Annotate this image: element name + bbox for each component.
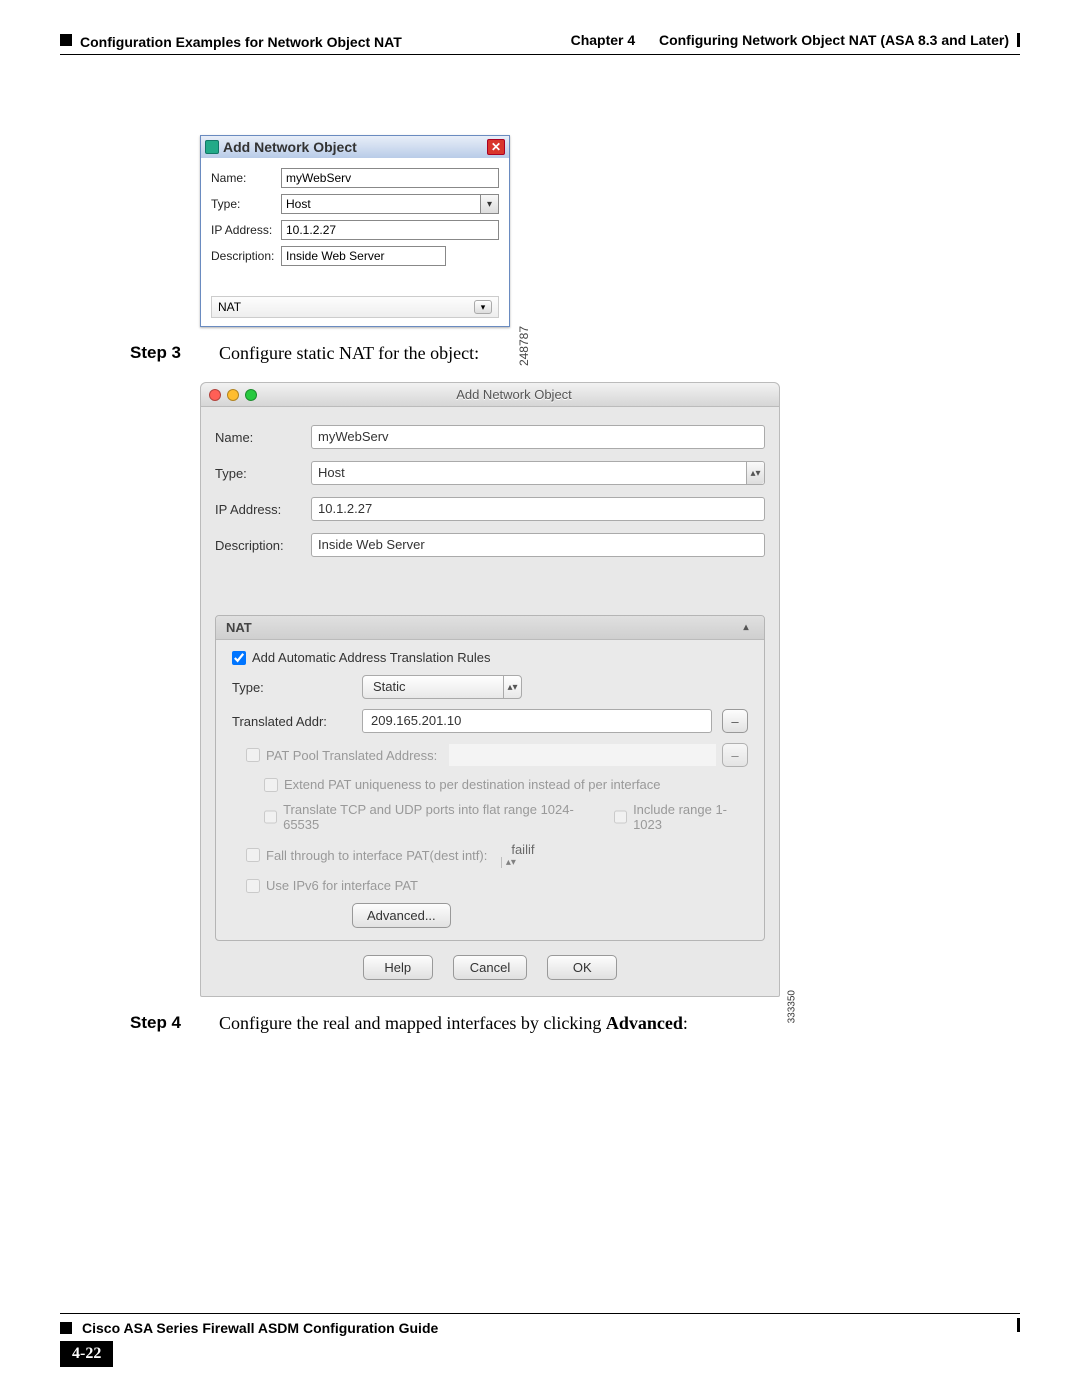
page-number: 4-22 bbox=[60, 1341, 113, 1367]
footer-rule bbox=[60, 1313, 1020, 1314]
page-header: Configuration Examples for Network Objec… bbox=[60, 30, 1020, 50]
extend-pat-checkbox bbox=[264, 778, 278, 792]
footer-divider-icon bbox=[1017, 1318, 1020, 1332]
cancel-button[interactable]: Cancel bbox=[453, 955, 527, 980]
nat-type-label: Type: bbox=[232, 680, 352, 695]
nat-label: NAT bbox=[218, 300, 241, 314]
name-input[interactable] bbox=[281, 168, 499, 188]
pat-pool-browse-button: – bbox=[722, 743, 748, 767]
type-label: Type: bbox=[215, 466, 311, 481]
help-button[interactable]: Help bbox=[363, 955, 433, 980]
add-network-object-dialog-win: Add Network Object ✕ Name: Type: Host ▾ … bbox=[200, 135, 510, 327]
dialog-titlebar[interactable]: Add Network Object bbox=[201, 383, 779, 407]
close-button[interactable]: ✕ bbox=[487, 139, 505, 155]
advanced-button[interactable]: Advanced... bbox=[352, 903, 451, 928]
type-select[interactable]: Host ▴▾ bbox=[311, 461, 765, 485]
chevron-updown-icon[interactable]: ▴▾ bbox=[746, 462, 764, 484]
nat-panel-title: NAT bbox=[226, 620, 252, 635]
step3-label: Step 3 bbox=[130, 343, 195, 364]
pat-pool-checkbox bbox=[246, 748, 260, 762]
flat-range-checkbox bbox=[264, 810, 277, 824]
zoom-icon[interactable] bbox=[245, 389, 257, 401]
nat-type-value: Static bbox=[363, 676, 503, 698]
ip-input[interactable] bbox=[281, 220, 499, 240]
translated-addr-label: Translated Addr: bbox=[232, 714, 352, 729]
type-label: Type: bbox=[211, 197, 281, 211]
use-ipv6-label: Use IPv6 for interface PAT bbox=[266, 878, 418, 893]
translated-addr-input[interactable]: 209.165.201.10 bbox=[362, 709, 712, 733]
description-label: Description: bbox=[211, 249, 281, 263]
dialog-app-icon bbox=[205, 140, 219, 154]
extend-pat-label: Extend PAT uniqueness to per destination… bbox=[284, 777, 661, 792]
use-ipv6-checkbox bbox=[246, 879, 260, 893]
ip-label: IP Address: bbox=[211, 223, 281, 237]
header-rule bbox=[60, 54, 1020, 55]
figure-code: 333350 bbox=[786, 990, 797, 1023]
dialog-title: Add Network Object bbox=[257, 387, 771, 402]
nat-panel-header[interactable]: NAT ▴ bbox=[216, 616, 764, 640]
name-label: Name: bbox=[211, 171, 281, 185]
section-title: Configuration Examples for Network Objec… bbox=[80, 34, 402, 50]
nat-type-select[interactable]: Static ▴▾ bbox=[362, 675, 522, 699]
step4-text: Configure the real and mapped interfaces… bbox=[219, 1013, 688, 1034]
ip-label: IP Address: bbox=[215, 502, 311, 517]
add-rules-checkbox[interactable] bbox=[232, 651, 246, 665]
pat-pool-input bbox=[449, 744, 716, 766]
chapter-title: Configuring Network Object NAT (ASA 8.3 … bbox=[659, 32, 1009, 48]
type-select[interactable]: Host ▾ bbox=[281, 194, 499, 214]
guide-title: Cisco ASA Series Firewall ASDM Configura… bbox=[82, 1320, 438, 1336]
step3-text: Configure static NAT for the object: bbox=[219, 343, 479, 364]
flat-range-label: Translate TCP and UDP ports into flat ra… bbox=[283, 802, 589, 832]
figure-code: 248787 bbox=[517, 326, 531, 366]
description-input[interactable]: Inside Web Server bbox=[311, 533, 765, 557]
step4-label: Step 4 bbox=[130, 1013, 195, 1034]
nat-collapsed-bar[interactable]: NAT ▾ bbox=[211, 296, 499, 318]
header-bullet-icon bbox=[60, 34, 72, 46]
collapse-icon[interactable]: ▴ bbox=[738, 621, 754, 634]
translated-addr-browse-button[interactable]: – bbox=[722, 709, 748, 733]
fall-through-label: Fall through to interface PAT(dest intf)… bbox=[266, 848, 487, 863]
type-value: Host bbox=[312, 462, 746, 484]
chevron-updown-icon[interactable]: ▴▾ bbox=[503, 676, 521, 698]
pat-pool-label: PAT Pool Translated Address: bbox=[266, 748, 437, 763]
chapter-label: Chapter 4 bbox=[571, 32, 636, 48]
add-rules-label: Add Automatic Address Translation Rules bbox=[252, 650, 490, 665]
dialog-titlebar[interactable]: Add Network Object ✕ bbox=[201, 136, 509, 158]
chevron-down-icon[interactable]: ▾ bbox=[480, 195, 498, 213]
nat-panel: NAT ▴ Add Automatic Address Translation … bbox=[215, 615, 765, 941]
name-label: Name: bbox=[215, 430, 311, 445]
include-range-checkbox bbox=[614, 810, 627, 824]
description-input[interactable] bbox=[281, 246, 446, 266]
include-range-label: Include range 1-1023 bbox=[633, 802, 748, 832]
type-value: Host bbox=[282, 195, 480, 213]
close-icon[interactable] bbox=[209, 389, 221, 401]
description-label: Description: bbox=[215, 538, 311, 553]
ip-input[interactable]: 10.1.2.27 bbox=[311, 497, 765, 521]
add-network-object-dialog-mac: Add Network Object Name: myWebServ Type:… bbox=[200, 382, 780, 997]
dialog-title: Add Network Object bbox=[223, 139, 357, 155]
fall-through-select: failif ▴▾ bbox=[501, 842, 748, 868]
ok-button[interactable]: OK bbox=[547, 955, 617, 980]
name-input[interactable]: myWebServ bbox=[311, 425, 765, 449]
header-divider-icon bbox=[1017, 33, 1020, 47]
minimize-icon[interactable] bbox=[227, 389, 239, 401]
expand-icon[interactable]: ▾ bbox=[474, 300, 492, 314]
footer-bullet-icon bbox=[60, 1322, 72, 1334]
fall-through-checkbox bbox=[246, 848, 260, 862]
